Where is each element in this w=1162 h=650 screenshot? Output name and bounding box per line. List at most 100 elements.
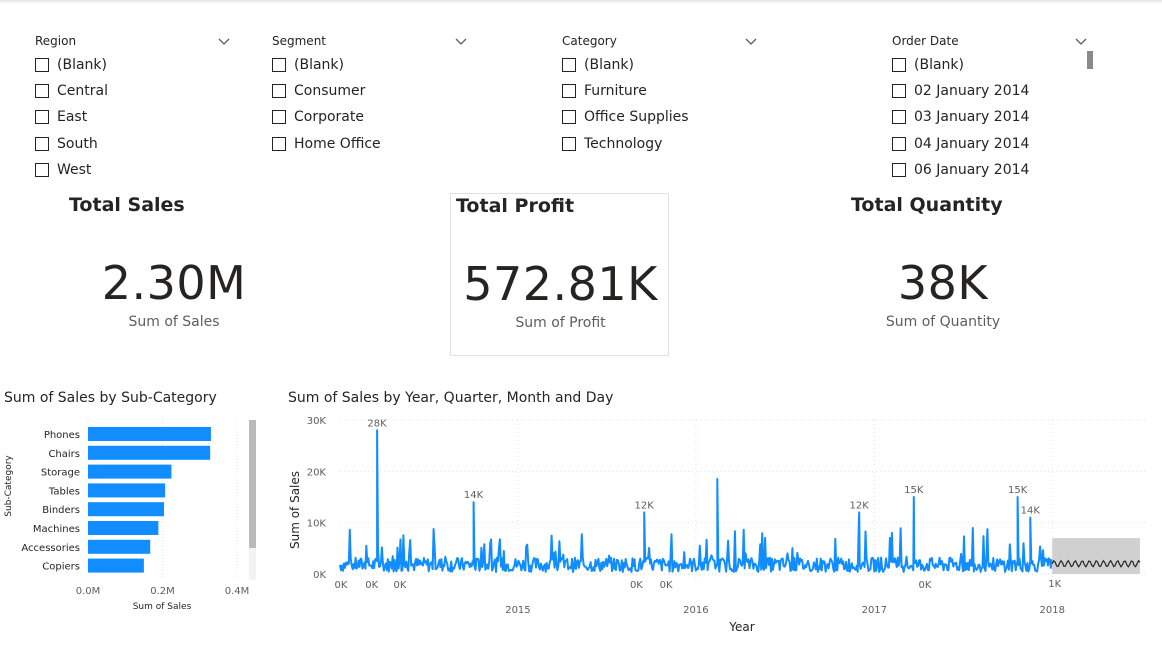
slicer-scrollbar[interactable] — [1087, 51, 1093, 69]
chevron-down-icon[interactable] — [744, 34, 758, 48]
category-label: Chairs — [48, 449, 80, 460]
checkbox[interactable] — [272, 84, 286, 99]
checkbox[interactable] — [892, 162, 906, 177]
checkbox[interactable] — [892, 58, 906, 73]
slicer-header: Order Date — [892, 30, 1088, 52]
checkbox[interactable] — [35, 110, 49, 125]
slicer-option[interactable]: Technology — [562, 131, 758, 157]
slicer-option[interactable]: (Blank) — [892, 52, 1088, 78]
slicer-option-label: Home Office — [294, 135, 381, 152]
slicer-option[interactable]: Furniture — [562, 78, 758, 104]
data-label: 14K — [1021, 506, 1041, 517]
line-chart[interactable]: 0K 10K 20K 30K 2015 2016 2017 2018 Year Sum of Sa… — [280, 408, 1160, 640]
data-label: 0K — [919, 580, 932, 591]
chevron-down-icon[interactable] — [1074, 34, 1088, 48]
bar — [88, 464, 172, 479]
slicer-option-label: (Blank) — [294, 57, 344, 74]
y-tick-label: 10K — [307, 519, 327, 530]
chevron-down-icon[interactable] — [454, 34, 468, 48]
category-label: Machines — [33, 524, 80, 535]
slicer-option[interactable]: Home Office — [272, 131, 468, 157]
slicer-header: Category — [562, 30, 758, 52]
data-label: 0K — [630, 580, 643, 591]
y-axis-title: Sum of Sales — [288, 471, 302, 549]
slicer-option-label: Central — [57, 83, 108, 100]
slicer-option[interactable]: 04 January 2014 — [892, 131, 1088, 157]
slicer-option-label: South — [57, 135, 98, 152]
x-tick-label: 0.4M — [225, 586, 250, 597]
slicer-option[interactable]: Office Supplies — [562, 104, 758, 130]
slicer-option[interactable]: (Blank) — [562, 52, 758, 78]
checkbox[interactable] — [892, 110, 906, 125]
slicer-segment[interactable]: Segment (Blank) Consumer Corporate Home … — [272, 30, 468, 157]
category-label: Binders — [42, 505, 80, 516]
slicer-option-label: Furniture — [584, 83, 647, 100]
checkbox[interactable] — [892, 84, 906, 99]
data-label: 0K — [394, 580, 407, 591]
slicer-header: Segment — [272, 30, 468, 52]
slicer-option[interactable]: Consumer — [272, 78, 468, 104]
line-chart-title: Sum of Sales by Year, Quarter, Month and… — [288, 390, 614, 406]
slicer-option[interactable]: East — [35, 104, 231, 130]
slicer-option-label: 04 January 2014 — [914, 135, 1030, 152]
slicer-option[interactable]: Central — [35, 78, 231, 104]
slicer-option[interactable]: South — [35, 131, 231, 157]
category-label: Phones — [44, 430, 80, 441]
card-total-profit: Total Profit 572.81K Sum of Profit — [450, 193, 669, 356]
card-title: Total Sales — [69, 194, 185, 216]
checkbox[interactable] — [35, 84, 49, 99]
slicer-option[interactable]: 06 January 2014 — [892, 157, 1088, 183]
checkbox[interactable] — [562, 136, 576, 151]
slicer-option[interactable]: 02 January 2014 — [892, 78, 1088, 104]
top-border — [0, 0, 1162, 3]
checkbox[interactable] — [272, 136, 286, 151]
checkbox[interactable] — [272, 110, 286, 125]
bar-chart[interactable]: Phones Chairs Storage Tables Binders Machines… — [0, 412, 265, 617]
card-total-quantity: Total Quantity 38K Sum of Quantity — [780, 190, 1110, 350]
checkbox[interactable] — [35, 136, 49, 151]
slicer-option[interactable]: 03 January 2014 — [892, 104, 1088, 130]
slicer-order-date[interactable]: Order Date (Blank) 02 January 2014 03 Ja… — [892, 30, 1088, 183]
scrollbar-thumb — [249, 420, 256, 548]
x-tick-label: 2016 — [683, 605, 708, 616]
slicer-title: Order Date — [892, 34, 959, 48]
data-label: 0K — [335, 580, 348, 591]
x-tick-label: 2015 — [505, 605, 530, 616]
slicer-category[interactable]: Category (Blank) Furniture Office Suppli… — [562, 30, 758, 157]
checkbox[interactable] — [35, 58, 49, 73]
slicer-option[interactable]: (Blank) — [35, 52, 231, 78]
x-tick-label: 0.2M — [150, 586, 175, 597]
checkbox[interactable] — [35, 162, 49, 177]
sales-line — [339, 429, 1053, 573]
slicer-title: Region — [35, 34, 77, 48]
slicer-option-label: (Blank) — [584, 57, 634, 74]
bar — [88, 445, 211, 460]
data-label: 12K — [850, 500, 870, 511]
slicer-option-label: 03 January 2014 — [914, 109, 1030, 126]
data-label: 14K — [464, 490, 484, 501]
slicer-option-label: Office Supplies — [584, 109, 689, 126]
chevron-down-icon[interactable] — [217, 34, 231, 48]
checkbox[interactable] — [562, 110, 576, 125]
bar — [88, 502, 164, 517]
slicer-option[interactable]: Corporate — [272, 104, 468, 130]
card-label: Sum of Sales — [128, 314, 220, 330]
data-label: 15K — [904, 485, 924, 496]
slicer-option[interactable]: West — [35, 157, 231, 183]
y-tick-label: 30K — [307, 416, 327, 427]
slicer-region[interactable]: Region (Blank) Central East South West — [35, 30, 231, 183]
card-value: 572.81K — [463, 257, 658, 311]
bar — [88, 483, 166, 498]
bar — [88, 539, 151, 554]
slicer-option[interactable]: (Blank) — [272, 52, 468, 78]
bar — [88, 427, 211, 441]
checkbox[interactable] — [892, 136, 906, 151]
checkbox[interactable] — [562, 58, 576, 73]
x-axis-title: Year — [728, 620, 754, 634]
card-value: 2.30M — [101, 256, 247, 310]
checkbox[interactable] — [562, 84, 576, 99]
checkbox[interactable] — [272, 58, 286, 73]
slicer-option-label: Consumer — [294, 83, 366, 100]
category-label: Storage — [41, 468, 80, 479]
x-axis-title: Sum of Sales — [133, 602, 192, 612]
